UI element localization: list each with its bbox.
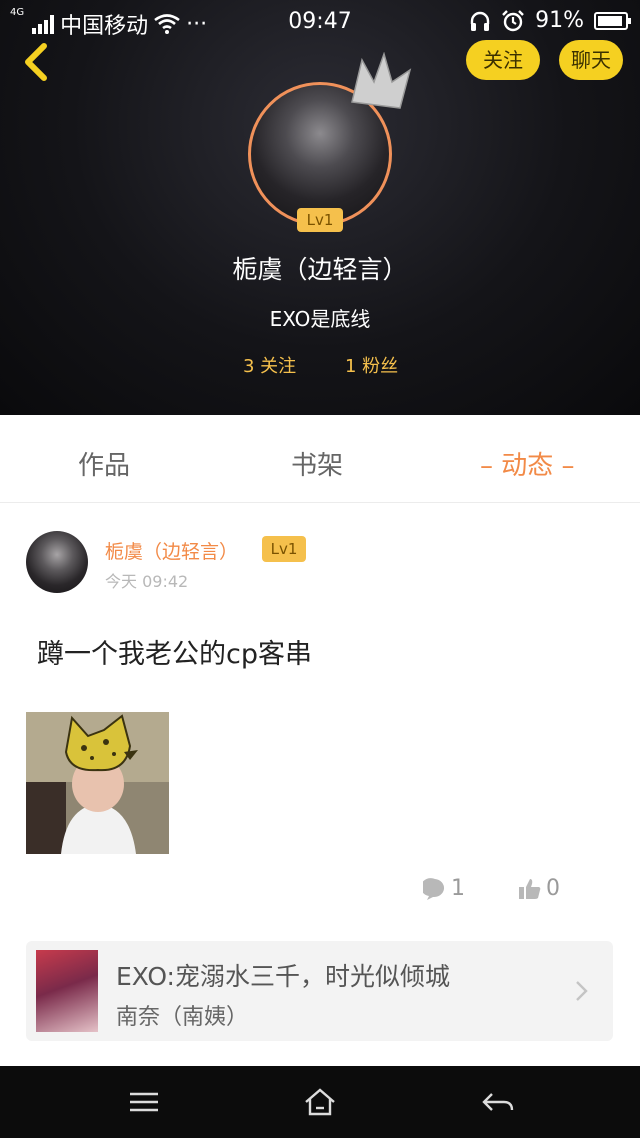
comment-action[interactable]: 1 (423, 876, 465, 901)
post-time: 今天 09:42 (105, 572, 189, 591)
following-count[interactable]: 3 关注 (243, 352, 296, 378)
thumbs-up-icon (519, 878, 541, 899)
status-bar: 4G 中国移动 ··· 09:47 91% (0, 0, 640, 44)
battery-icon (594, 11, 631, 30)
book-card[interactable]: EXO:宠溺水三千，时光似倾城 南奈（南姨） (26, 941, 613, 1041)
post-author-name[interactable]: 栀虞（边轻言） (105, 537, 238, 564)
post-text: 蹲一个我老公的cp客串 (37, 639, 312, 670)
book-title: EXO:宠溺水三千，时光似倾城 (116, 962, 450, 991)
like-action[interactable]: 0 (518, 876, 560, 901)
back-arrow-icon[interactable] (18, 42, 58, 82)
follow-button[interactable]: 关注 (466, 40, 540, 80)
tab-works[interactable]: 作品 (78, 445, 130, 482)
comment-icon (423, 877, 444, 900)
headphones-icon (470, 11, 490, 31)
home-icon[interactable] (302, 1086, 338, 1118)
profile-tabs: 作品 书架 – 动态 – (0, 415, 640, 503)
battery-percent: 91% (535, 8, 584, 33)
fans-count[interactable]: 1 粉丝 (345, 352, 398, 378)
profile-signature: EXO是底线 (269, 307, 371, 331)
chevron-right-icon (576, 981, 588, 1001)
level-badge: Lv1 (297, 208, 343, 232)
comment-count: 1 (451, 876, 465, 901)
profile-name: 栀虞（边轻言） (232, 255, 408, 284)
post-level-badge: Lv1 (262, 536, 306, 562)
book-author: 南奈（南姨） (116, 1005, 249, 1030)
book-cover (36, 950, 98, 1032)
post-image[interactable] (26, 712, 169, 854)
post-photo (26, 712, 169, 854)
system-nav-bar (0, 1066, 640, 1138)
crown-icon (351, 52, 412, 109)
menu-icon[interactable] (126, 1086, 162, 1118)
back-nav-icon[interactable] (480, 1086, 516, 1118)
status-right: 91% (469, 8, 631, 33)
tab-activity[interactable]: – 动态 – (480, 445, 575, 482)
like-count: 0 (546, 876, 560, 901)
chat-button[interactable]: 聊天 (559, 40, 623, 80)
post-author-avatar[interactable] (26, 531, 88, 593)
alarm-icon (502, 9, 524, 31)
tab-bookshelf[interactable]: 书架 (291, 445, 343, 482)
